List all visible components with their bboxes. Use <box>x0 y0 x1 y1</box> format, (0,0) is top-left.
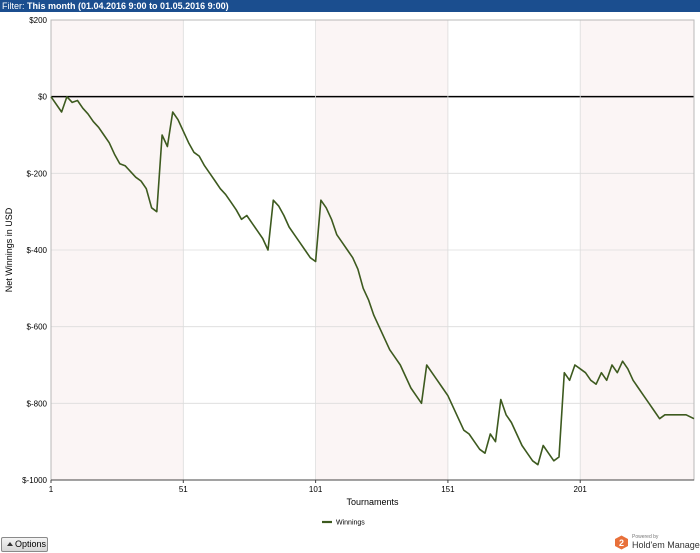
x-tick-label: 1 <box>49 485 54 494</box>
y-tick-label: $200 <box>29 16 47 25</box>
filter-bar: Filter: This month (01.04.2016 9:00 to 0… <box>0 0 700 12</box>
y-tick-label: $-400 <box>27 246 48 255</box>
y-tick-label: $-1000 <box>22 476 47 485</box>
legend-label-winnings: Winnings <box>336 520 365 527</box>
y-tick-label: $-800 <box>27 399 48 408</box>
x-tick-label: 151 <box>441 485 455 494</box>
x-tick-labels: 1 51 101 151 201 <box>49 480 588 494</box>
chart-legend: Winnings <box>322 520 365 527</box>
x-tick-label: 101 <box>309 485 323 494</box>
brand-logo: 2 Powered by Hold'em Manager <box>614 533 700 553</box>
winnings-chart: $200$0$-200$-400$-600$-800$-1000 1 51 101 1… <box>4 16 695 527</box>
y-tick-label: $-600 <box>27 323 48 332</box>
brand-name: Hold'em Manager <box>632 540 700 550</box>
y-tick-label: $-200 <box>27 169 48 178</box>
x-tick-label: 201 <box>574 485 588 494</box>
brand-badge-text: 2 <box>619 538 624 548</box>
options-button-label: Options <box>15 539 47 549</box>
arrow-up-icon <box>7 542 13 547</box>
y-tick-labels: $200 $0 $-200 $-400 $-600 $-800 $-1000 <box>22 16 47 485</box>
options-button[interactable]: Options <box>1 537 48 552</box>
filter-value: This month (01.04.2016 9:00 to 01.05.201… <box>27 1 229 11</box>
y-tick-label: $0 <box>38 93 47 102</box>
x-axis-title: Tournaments <box>346 497 399 507</box>
y-axis-title: Net Winnings in USD <box>4 207 14 292</box>
x-tick-label: 51 <box>179 485 188 494</box>
filter-label: Filter: <box>2 1 25 11</box>
hem2-logo-icon: 2 <box>615 535 628 550</box>
